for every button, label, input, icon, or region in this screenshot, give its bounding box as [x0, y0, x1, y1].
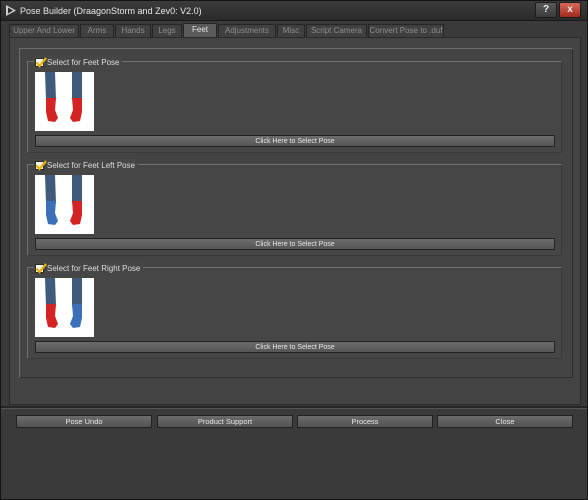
tab-hands[interactable]: Hands [115, 24, 151, 37]
check-mark-icon [35, 159, 47, 171]
feet-figure-image [45, 72, 82, 122]
feet-right-pose-thumbnail [35, 278, 94, 337]
check-mark-icon [35, 262, 47, 274]
feet-pose-group: Select for Feet Pose Click Here to Selec… [27, 56, 562, 153]
feet-left-pose-header: Select for Feet Left Pose [34, 159, 139, 171]
close-button[interactable]: Close [437, 415, 573, 428]
bottom-separator [1, 406, 587, 409]
daz-app-icon [6, 5, 16, 16]
feet-pose-select-button[interactable]: Click Here to Select Pose [35, 135, 555, 147]
close-window-button[interactable]: x [559, 2, 581, 18]
feet-left-pose-thumbnail [35, 175, 94, 234]
process-button[interactable]: Process [297, 415, 433, 428]
tab-legs[interactable]: Legs [152, 24, 182, 37]
pose-builder-window: Pose Builder (DraagonStorm and Zev0: V2.… [0, 0, 588, 500]
feet-right-pose-header: Select for Feet Right Pose [34, 262, 144, 274]
help-button[interactable]: ? [535, 2, 557, 18]
feet-right-pose-label: Select for Feet Right Pose [47, 263, 141, 273]
product-support-button[interactable]: Product Support [157, 415, 293, 428]
feet-left-pose-checkbox[interactable] [35, 159, 47, 171]
tab-adjustments[interactable]: Adjustments [218, 24, 276, 37]
feet-figure-image [45, 278, 82, 328]
tab-misc[interactable]: Misc [277, 24, 305, 37]
feet-pose-thumbnail [35, 72, 94, 131]
title-bar[interactable]: Pose Builder (DraagonStorm and Zev0: V2.… [1, 1, 587, 21]
feet-right-pose-select-button[interactable]: Click Here to Select Pose [35, 341, 555, 353]
tab-script-camera[interactable]: Script Camera [306, 24, 367, 37]
feet-pose-label: Select for Feet Pose [47, 57, 120, 67]
feet-pose-header: Select for Feet Pose [34, 56, 123, 68]
feet-left-pose-group: Select for Feet Left Pose Click Here to … [27, 159, 562, 256]
tab-feet[interactable]: Feet [183, 23, 217, 37]
tab-upper-and-lower[interactable]: Upper And Lower [9, 24, 79, 37]
feet-figure-image [45, 175, 82, 225]
feet-left-pose-select-button[interactable]: Click Here to Select Pose [35, 238, 555, 250]
pose-undo-button[interactable]: Pose Undo [16, 415, 152, 428]
feet-left-pose-label: Select for Feet Left Pose [47, 160, 136, 170]
check-mark-icon [35, 56, 47, 68]
feet-right-pose-checkbox[interactable] [35, 262, 47, 274]
feet-right-pose-group: Select for Feet Right Pose Click Here to… [27, 262, 562, 359]
tab-convert-pose[interactable]: Convert Pose to .duf [368, 24, 444, 37]
tab-arms[interactable]: Arms [80, 24, 114, 37]
window-title: Pose Builder (DraagonStorm and Zev0: V2.… [20, 6, 202, 16]
feet-pose-checkbox[interactable] [35, 56, 47, 68]
